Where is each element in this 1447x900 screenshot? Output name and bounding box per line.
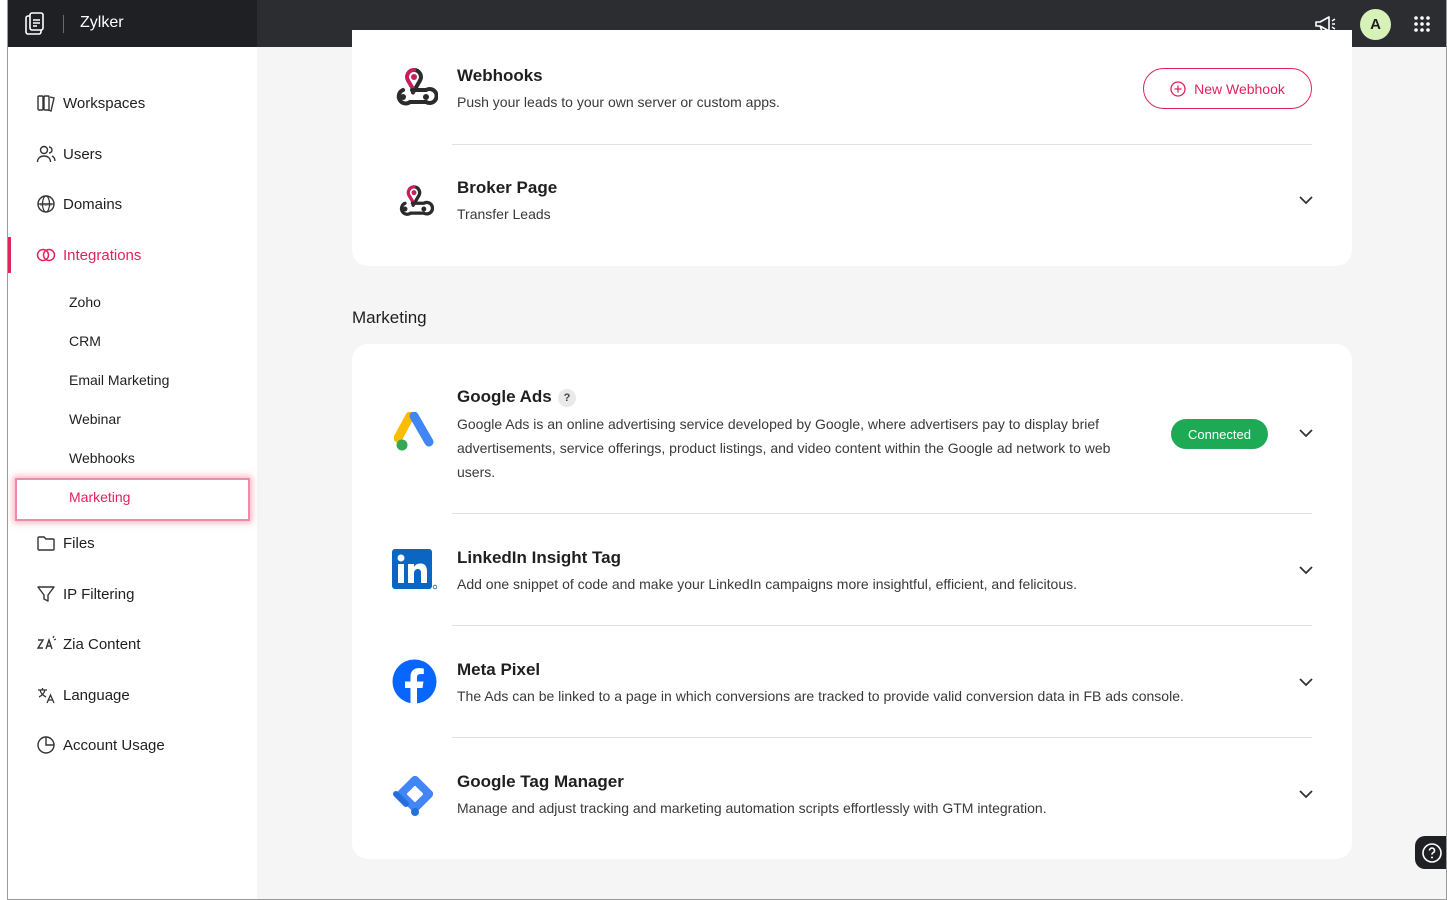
app-grid-icon[interactable]	[1414, 16, 1430, 32]
sidebar-item-label: Integrations	[63, 246, 142, 264]
help-icon[interactable]: ?	[558, 389, 576, 407]
section-title-marketing: Marketing	[352, 308, 427, 327]
webhooks-title: Webhooks	[457, 66, 543, 85]
sidebar-item-label: Language	[63, 686, 130, 704]
user-avatar[interactable]: A	[1360, 9, 1391, 40]
webhooks-desc: Push your leads to your own server or cu…	[457, 94, 780, 110]
sidebar-item-files[interactable]: Files	[8, 525, 257, 561]
language-icon	[36, 685, 56, 705]
app-logo-icon[interactable]	[24, 12, 46, 36]
chevron-down-icon[interactable]	[1297, 191, 1315, 209]
svg-text:www: www	[40, 202, 52, 208]
linkedin-desc: Add one snippet of code and make your Li…	[457, 576, 1078, 592]
sidebar-item-label: Domains	[63, 195, 123, 213]
sidebar-item-zia-content[interactable]: Zia Content	[8, 626, 257, 662]
chevron-down-icon[interactable]	[1297, 424, 1315, 442]
app-name[interactable]: Zylker	[80, 14, 124, 32]
subnav-item-webhooks[interactable]: Webhooks	[69, 450, 135, 466]
new-webhook-button[interactable]: New Webhook	[1143, 68, 1312, 109]
subnav-item-zoho[interactable]: Zoho	[69, 294, 101, 310]
sidebar-item-label: IP Filtering	[63, 585, 135, 603]
brand-separator	[63, 15, 64, 33]
linkedin-icon	[392, 549, 438, 590]
sidebar-item-users[interactable]: Users	[8, 136, 257, 172]
floating-help-button[interactable]	[1415, 836, 1446, 869]
google-ads-title: Google Ads	[457, 387, 552, 406]
webhook-icon	[396, 68, 438, 106]
meta-pixel-title: Meta Pixel	[457, 660, 541, 679]
sidebar-item-label: Account Usage	[63, 736, 165, 754]
linkedin-title: LinkedIn Insight Tag	[457, 548, 622, 567]
folder-icon	[36, 533, 56, 553]
domains-icon: www	[36, 194, 56, 214]
subnav-item-marketing[interactable]: Marketing	[69, 489, 130, 505]
google-ads-desc-line3: users.	[457, 464, 496, 480]
broker-page-icon	[399, 185, 434, 216]
new-webhook-label: New Webhook	[1194, 80, 1285, 97]
chevron-down-icon[interactable]	[1297, 785, 1315, 803]
sidebar: Workspaces Users www Domains Integration…	[8, 47, 257, 899]
broker-page-desc: Transfer Leads	[457, 206, 551, 222]
pie-chart-icon	[36, 735, 56, 755]
active-subnav-highlight	[15, 478, 250, 521]
sidebar-item-integrations[interactable]: Integrations	[8, 237, 257, 273]
sidebar-item-label: Users	[63, 145, 103, 163]
row-divider	[452, 625, 1312, 626]
row-divider	[452, 737, 1312, 738]
users-icon	[36, 144, 56, 164]
filter-icon	[36, 584, 56, 604]
broker-page-title: Broker Page	[457, 178, 558, 197]
app-window: Zylker A Workspaces Users www Domains In…	[7, 0, 1447, 900]
google-ads-desc-line1: Google Ads is an online advertising serv…	[457, 416, 1100, 432]
chevron-down-icon[interactable]	[1297, 673, 1315, 691]
row-divider	[452, 513, 1312, 514]
gtm-desc: Manage and adjust tracking and marketing…	[457, 800, 1047, 816]
help-circle-icon	[1421, 842, 1442, 863]
subnav-item-email-marketing[interactable]: Email Marketing	[69, 372, 169, 388]
subnav-item-crm[interactable]: CRM	[69, 333, 101, 349]
connected-status-badge: Connected	[1171, 419, 1268, 449]
integrations-icon	[36, 245, 56, 265]
sidebar-item-ip-filtering[interactable]: IP Filtering	[8, 576, 257, 612]
facebook-icon	[392, 659, 437, 704]
zia-content-icon	[36, 634, 56, 654]
workspaces-icon	[36, 93, 56, 113]
google-tag-manager-icon	[393, 775, 434, 816]
google-ads-icon	[394, 412, 434, 451]
sidebar-item-label: Workspaces	[63, 94, 146, 112]
gtm-title: Google Tag Manager	[457, 772, 624, 791]
sidebar-item-label: Zia Content	[63, 635, 141, 653]
subnav-item-webinar[interactable]: Webinar	[69, 411, 121, 427]
row-divider	[452, 144, 1312, 145]
plus-circle-icon	[1170, 80, 1186, 97]
sidebar-item-domains[interactable]: www Domains	[8, 186, 257, 222]
sidebar-item-workspaces[interactable]: Workspaces	[8, 85, 257, 121]
sidebar-item-label: Files	[63, 534, 95, 552]
google-ads-desc-line2: advertisements, service offerings, produ…	[457, 440, 1111, 456]
sidebar-item-language[interactable]: Language	[8, 677, 257, 713]
meta-pixel-desc: The Ads can be linked to a page in which…	[457, 688, 1184, 704]
sidebar-item-account-usage[interactable]: Account Usage	[8, 727, 257, 763]
chevron-down-icon[interactable]	[1297, 561, 1315, 579]
